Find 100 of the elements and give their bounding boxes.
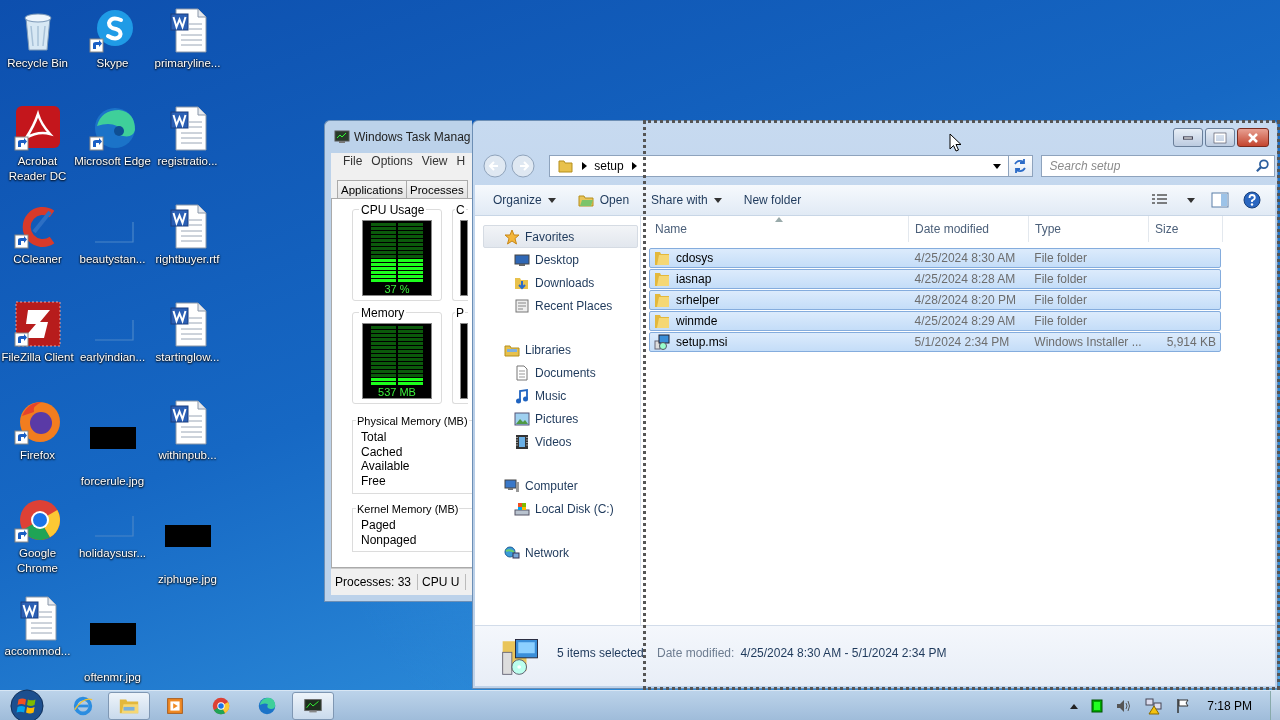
search-field[interactable]: Search setup — [1047, 158, 1256, 174]
chevron-icon[interactable] — [580, 161, 589, 171]
file-row[interactable]: cdosys 4/25/2024 8:30 AM File folder — [649, 248, 1221, 268]
file-name[interactable]: srhelper — [676, 293, 720, 307]
search-box[interactable]: Search setup — [1040, 155, 1275, 177]
computer-icon — [504, 477, 520, 494]
file-name[interactable]: cdosys — [676, 251, 714, 265]
folder-icon — [654, 271, 670, 287]
start-button[interactable] — [8, 690, 46, 720]
nav-item[interactable]: Local Disk (C:) — [483, 497, 638, 520]
stat-label: Cached — [361, 444, 404, 460]
table-cell-text: File folder — [1033, 251, 1088, 265]
folder-icon — [654, 313, 670, 329]
column-header[interactable]: Size — [1149, 216, 1223, 242]
toolbar-button[interactable]: New folder — [739, 189, 806, 211]
breadcrumb[interactable]: setup — [594, 159, 624, 173]
nav-item[interactable]: Libraries — [483, 338, 638, 361]
pdf-reader-icon[interactable] — [13, 104, 62, 152]
nav-item[interactable]: Downloads — [483, 271, 638, 294]
nav-item[interactable]: Music — [483, 384, 638, 407]
file-row[interactable]: setup.msi 5/1/2024 2:34 PM Windows Installer ... 5,914 KB — [649, 332, 1221, 352]
table-cell-text: File folder — [1033, 314, 1088, 328]
refresh-button[interactable] — [1009, 155, 1033, 177]
minimize-icon — [1183, 135, 1193, 140]
menu-item[interactable]: View — [421, 153, 448, 169]
desktop-icon-label[interactable]: Microsoft Edge — [73, 154, 152, 169]
nav-item[interactable]: Pictures — [483, 407, 638, 430]
file-name[interactable]: iasnap — [676, 272, 712, 286]
file-name[interactable]: winmde — [676, 314, 718, 328]
address-bar[interactable]: setup — [549, 155, 1010, 177]
status-icon[interactable] — [1091, 698, 1104, 713]
nav-item[interactable]: Recent Places — [483, 294, 638, 317]
file-row[interactable]: winmde 4/25/2024 8:29 AM File folder — [649, 311, 1221, 331]
refresh-icon — [1012, 158, 1029, 174]
toolbar-button[interactable]: Share with — [647, 189, 726, 211]
table-cell-text: 4/28/2024 8:20 PM — [913, 293, 1017, 307]
table-cell-text: Windows Installer ... — [1033, 335, 1143, 349]
table-cell-text: 4/25/2024 8:29 AM — [913, 314, 1017, 328]
menu-item[interactable]: H — [456, 153, 466, 169]
nav-item[interactable]: Documents — [483, 361, 638, 384]
taskbar-button[interactable] — [292, 691, 334, 720]
file-name[interactable]: setup.msi — [676, 335, 728, 349]
toolbar-button[interactable]: Organize — [489, 189, 560, 211]
browser-icon — [72, 694, 94, 717]
group-title: Memory — [359, 306, 407, 320]
table-cell-text: File folder — [1033, 272, 1088, 286]
list-view-icon — [1151, 193, 1169, 207]
table-cell-text: 4/25/2024 8:30 AM — [913, 251, 1017, 265]
star-icon — [504, 228, 520, 245]
nav-item[interactable]: Network — [483, 541, 638, 564]
nav-item[interactable]: Favorites — [483, 225, 638, 248]
column-header[interactable]: Type — [1029, 216, 1149, 242]
caret-icon — [1187, 197, 1195, 203]
window-title: Windows Task Manag — [354, 130, 471, 144]
nav-item[interactable]: Computer — [483, 474, 638, 497]
nav-item[interactable]: Videos — [483, 430, 638, 453]
document-icon — [514, 364, 530, 381]
toolbar-button[interactable]: Open — [573, 189, 634, 211]
folder-icon — [558, 158, 575, 174]
table-cell-text: 5/1/2024 2:34 PM — [913, 335, 1011, 349]
mouse-pointer-icon — [949, 133, 961, 152]
installer-icon — [654, 334, 670, 350]
desktop-icon-label[interactable]: oftenmr.jpg — [73, 670, 152, 685]
status-text: Processes: 33 — [331, 574, 419, 590]
minimize-button[interactable] — [1173, 128, 1203, 147]
maximize-button[interactable] — [1205, 128, 1235, 147]
table-cell-text: 4/25/2024 8:28 AM — [913, 272, 1017, 286]
film-icon — [514, 433, 530, 450]
maximize-icon — [1213, 131, 1227, 144]
desktop-icon-label[interactable]: Firefox — [0, 448, 77, 463]
field-label: Date modified: — [657, 646, 735, 660]
windows-logo-icon — [10, 688, 44, 720]
column-header[interactable]: Name — [649, 216, 909, 242]
file-row[interactable]: srhelper 4/28/2024 8:20 PM File folder — [649, 290, 1221, 310]
meter-reading: 37 % — [384, 283, 410, 295]
nav-item[interactable]: Desktop — [483, 248, 638, 271]
chevron-icon[interactable] — [629, 161, 638, 171]
ftp-app-icon[interactable] — [13, 300, 62, 348]
group-title: C — [455, 203, 466, 217]
clock[interactable]: 7:18 PM — [1207, 698, 1252, 713]
close-button[interactable] — [1237, 128, 1269, 147]
dropdown-arrow-icon[interactable] — [992, 162, 1003, 170]
folder-icon — [654, 250, 670, 266]
group-title: Physical Memory (MB) — [356, 414, 469, 428]
help-button[interactable] — [1243, 191, 1261, 209]
stat-label: Total — [361, 430, 388, 445]
menu-item[interactable]: Options — [371, 153, 413, 169]
stat-label: Nonpaged — [361, 532, 418, 548]
tab[interactable]: Processes — [406, 180, 468, 198]
column-header[interactable]: Date modified — [909, 216, 1029, 242]
desktop-icon-label[interactable]: forcerule.jpg — [73, 474, 152, 489]
file-row[interactable]: iasnap 4/25/2024 8:28 AM File folder — [649, 269, 1221, 289]
search-icon[interactable] — [1256, 159, 1270, 173]
desktop-icon-label[interactable]: ziphuge.jpg — [148, 572, 227, 587]
flag-icon[interactable] — [1175, 697, 1192, 714]
desktop-icon-label[interactable]: withinpub... — [148, 448, 227, 463]
network-warning-icon[interactable] — [1145, 696, 1164, 715]
tab[interactable]: Applications — [337, 180, 407, 198]
menu-item[interactable]: File — [343, 153, 363, 169]
desktop-icon-label[interactable]: accommod... — [0, 644, 77, 659]
